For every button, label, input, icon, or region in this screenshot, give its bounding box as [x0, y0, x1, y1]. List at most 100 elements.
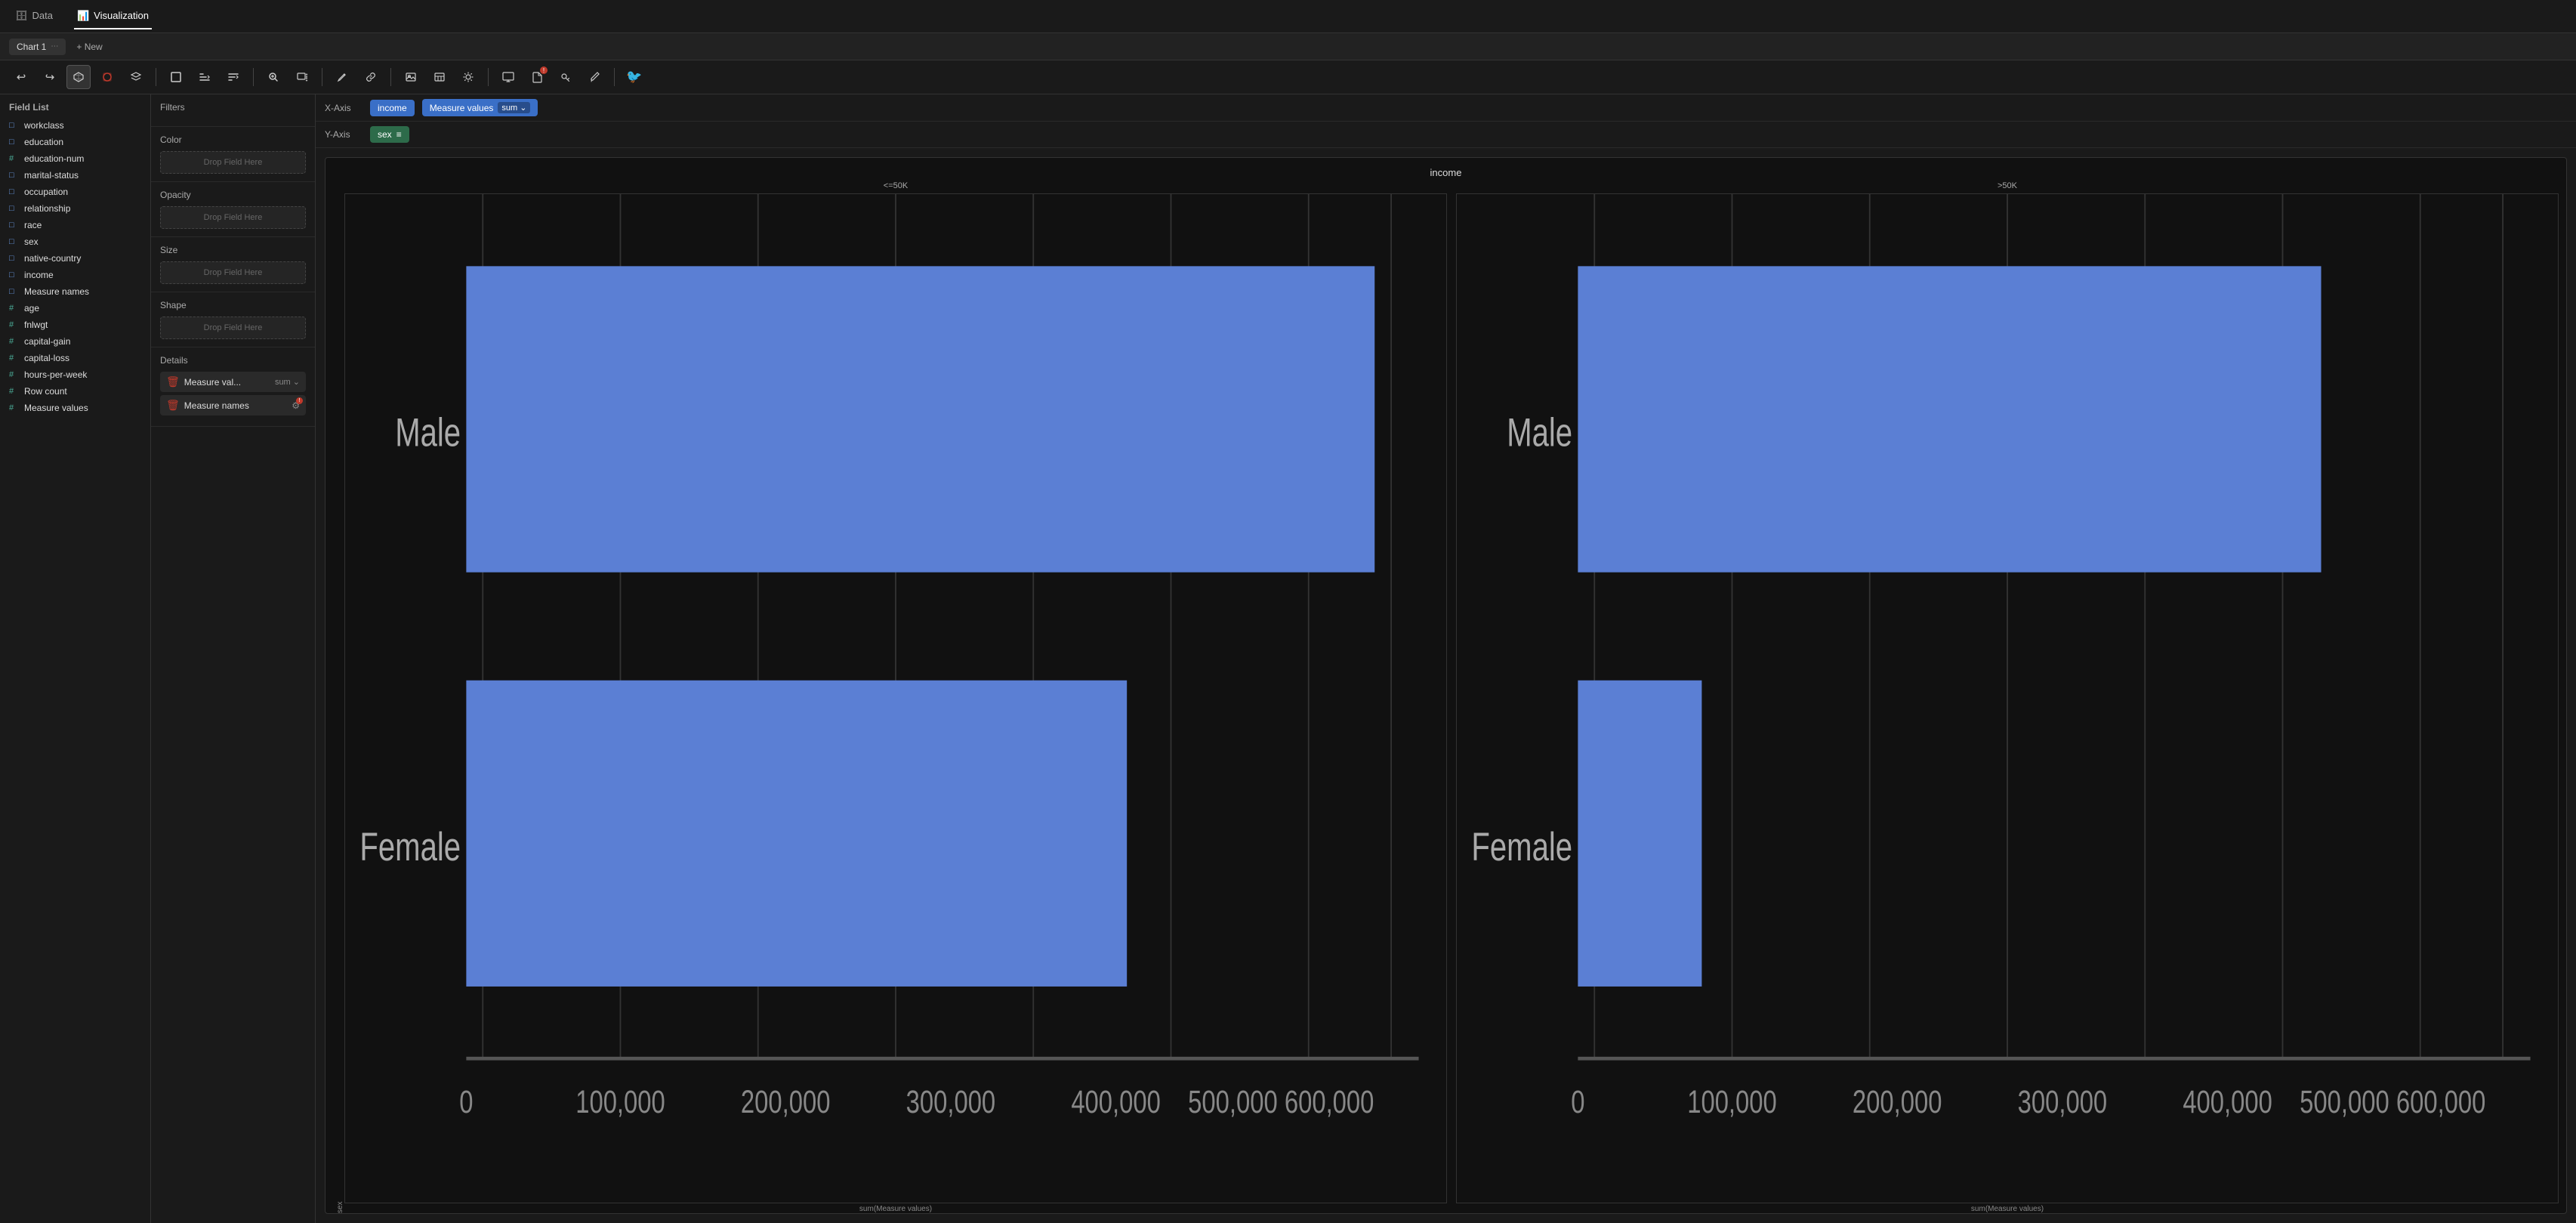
link-button[interactable] — [359, 65, 383, 89]
image-button[interactable] — [399, 65, 423, 89]
doc-button[interactable]: ! — [525, 65, 549, 89]
x-agg-control[interactable]: sum ⌄ — [498, 102, 530, 113]
hash-icon: # — [9, 320, 20, 329]
size-drop-zone[interactable]: Drop Field Here — [160, 261, 306, 284]
shape-drop-zone[interactable]: Drop Field Here — [160, 317, 306, 339]
chart-panel-right-title: >50K — [1456, 181, 2559, 190]
new-tab-button[interactable]: + New — [69, 39, 110, 55]
svg-text:200,000: 200,000 — [741, 1084, 831, 1120]
detail-agg[interactable]: sum ⌄ — [275, 377, 300, 387]
toolbar-sep-4 — [390, 68, 391, 86]
y-axis-sort-icon[interactable]: ≡ — [396, 129, 402, 140]
x-field-label: income — [378, 103, 407, 113]
paint-icon — [101, 71, 113, 83]
chart-area: X-Axis income Measure values sum ⌄ Y-Axi… — [316, 94, 2576, 1223]
viz-container: income sex <=50K — [316, 148, 2576, 1223]
field-label: capital-gain — [24, 336, 129, 347]
field-item-row-count[interactable]: # Row count ⋯ — [0, 383, 150, 400]
x-axis-measure-pill[interactable]: Measure values sum ⌄ — [422, 99, 538, 116]
key-button[interactable] — [554, 65, 578, 89]
field-item-education[interactable]: □ education ⋯ — [0, 134, 150, 150]
zoom-icon — [267, 71, 279, 83]
bird-button[interactable]: 🐦 — [622, 65, 646, 89]
field-item-native-country[interactable]: □ native-country ⋯ — [0, 250, 150, 267]
svg-text:Male: Male — [395, 411, 461, 455]
resize-button[interactable] — [290, 65, 314, 89]
screen-button[interactable] — [496, 65, 520, 89]
redo-button[interactable]: ↪ — [38, 65, 62, 89]
chart-left-x-label: sum(Measure values) — [344, 1205, 1447, 1213]
field-item-fnlwgt[interactable]: # fnlwgt ⋯ — [0, 317, 150, 333]
string-icon: □ — [9, 254, 20, 263]
opacity-drop-zone[interactable]: Drop Field Here — [160, 206, 306, 229]
sort-desc-button[interactable] — [221, 65, 245, 89]
bar-chart-left-svg: Male Female 0 — [345, 194, 1446, 1203]
svg-text:0: 0 — [459, 1084, 473, 1120]
size-section: Size Drop Field Here — [151, 237, 315, 292]
field-label: relationship — [24, 203, 129, 214]
size-title: Size — [160, 245, 306, 255]
cube-button[interactable] — [66, 65, 91, 89]
bar-left-male[interactable] — [466, 266, 1374, 572]
chart-panel-left-title: <=50K — [344, 181, 1447, 190]
x-axis-field-pill[interactable]: income — [370, 100, 415, 116]
field-item-occupation[interactable]: □ occupation ⋯ — [0, 184, 150, 200]
field-item-capital-loss[interactable]: # capital-loss ⋯ — [0, 350, 150, 366]
field-item-capital-gain[interactable]: # capital-gain ⋯ — [0, 333, 150, 350]
field-label: workclass — [24, 120, 129, 131]
undo-button[interactable]: ↩ — [9, 65, 33, 89]
main-layout: Field List □ workclass ⋯ □ education ⋯ #… — [0, 94, 2576, 1223]
field-item-relationship[interactable]: □ relationship ⋯ — [0, 200, 150, 217]
field-item-marital-status[interactable]: □ marital-status ⋯ — [0, 167, 150, 184]
field-label: fnlwgt — [24, 320, 129, 330]
brush-button[interactable] — [582, 65, 606, 89]
string-icon: □ — [9, 270, 20, 279]
bar-left-female[interactable] — [466, 681, 1127, 987]
bar-right-male[interactable] — [1578, 266, 2321, 572]
chart-panels: <=50K — [344, 181, 2559, 1213]
screen-icon — [502, 71, 514, 83]
field-item-sex[interactable]: □ sex ⋯ — [0, 233, 150, 250]
field-label: education — [24, 137, 129, 147]
pen-button[interactable] — [330, 65, 354, 89]
doc-badge: ! — [540, 66, 548, 74]
zoom-button[interactable] — [261, 65, 285, 89]
field-item-workclass[interactable]: □ workclass ⋯ — [0, 117, 150, 134]
nav-visualization[interactable]: 📊 Visualization — [74, 4, 152, 29]
svg-text:100,000: 100,000 — [1687, 1084, 1777, 1120]
detail-settings-icon[interactable]: ⚙ ! — [292, 400, 300, 411]
rect-button[interactable] — [164, 65, 188, 89]
chart-panel-right: >50K — [1456, 181, 2559, 1213]
field-item-education-num[interactable]: # education-num ⋯ — [0, 150, 150, 167]
color-drop-zone[interactable]: Drop Field Here — [160, 151, 306, 174]
svg-text:Male: Male — [1507, 411, 1572, 455]
layers-button[interactable] — [124, 65, 148, 89]
svg-text:300,000: 300,000 — [906, 1084, 996, 1120]
chart-panel-left: <=50K — [344, 181, 1447, 1213]
toolbar-sep-6 — [614, 68, 615, 86]
sort-asc-button[interactable] — [193, 65, 217, 89]
nav-data[interactable]: 🗄 Data — [12, 4, 56, 29]
field-item-age[interactable]: # age ⋯ — [0, 300, 150, 317]
opacity-title: Opacity — [160, 190, 306, 200]
detail-delete-icon[interactable]: 🗑 — [166, 375, 180, 388]
svg-text:500,000 600,000: 500,000 600,000 — [2300, 1084, 2485, 1120]
bar-right-female[interactable] — [1578, 681, 1701, 987]
field-item-income[interactable]: □ income ⋯ — [0, 267, 150, 283]
paint-button[interactable] — [95, 65, 119, 89]
field-item-hours-per-week[interactable]: # hours-per-week ⋯ — [0, 366, 150, 383]
field-item-measure-names[interactable]: □ Measure names ⋯ — [0, 283, 150, 300]
color-section: Color Drop Field Here — [151, 127, 315, 182]
field-label: occupation — [24, 187, 129, 197]
chart-right-x-label: sum(Measure values) — [1456, 1205, 2559, 1213]
y-axis-field-pill[interactable]: sex ≡ — [370, 126, 409, 143]
field-item-measure-values[interactable]: # Measure values ⋯ — [0, 400, 150, 416]
chart-tab-1[interactable]: Chart 1 ⋯ — [9, 39, 66, 55]
table-button[interactable] — [427, 65, 452, 89]
chart-tab-menu-icon[interactable]: ⋯ — [51, 42, 58, 51]
field-item-race[interactable]: □ race ⋯ — [0, 217, 150, 233]
shape-section: Shape Drop Field Here — [151, 292, 315, 347]
detail-delete-icon[interactable]: 🗑 — [166, 399, 180, 412]
settings-button[interactable] — [456, 65, 480, 89]
hash-icon: # — [9, 304, 20, 313]
